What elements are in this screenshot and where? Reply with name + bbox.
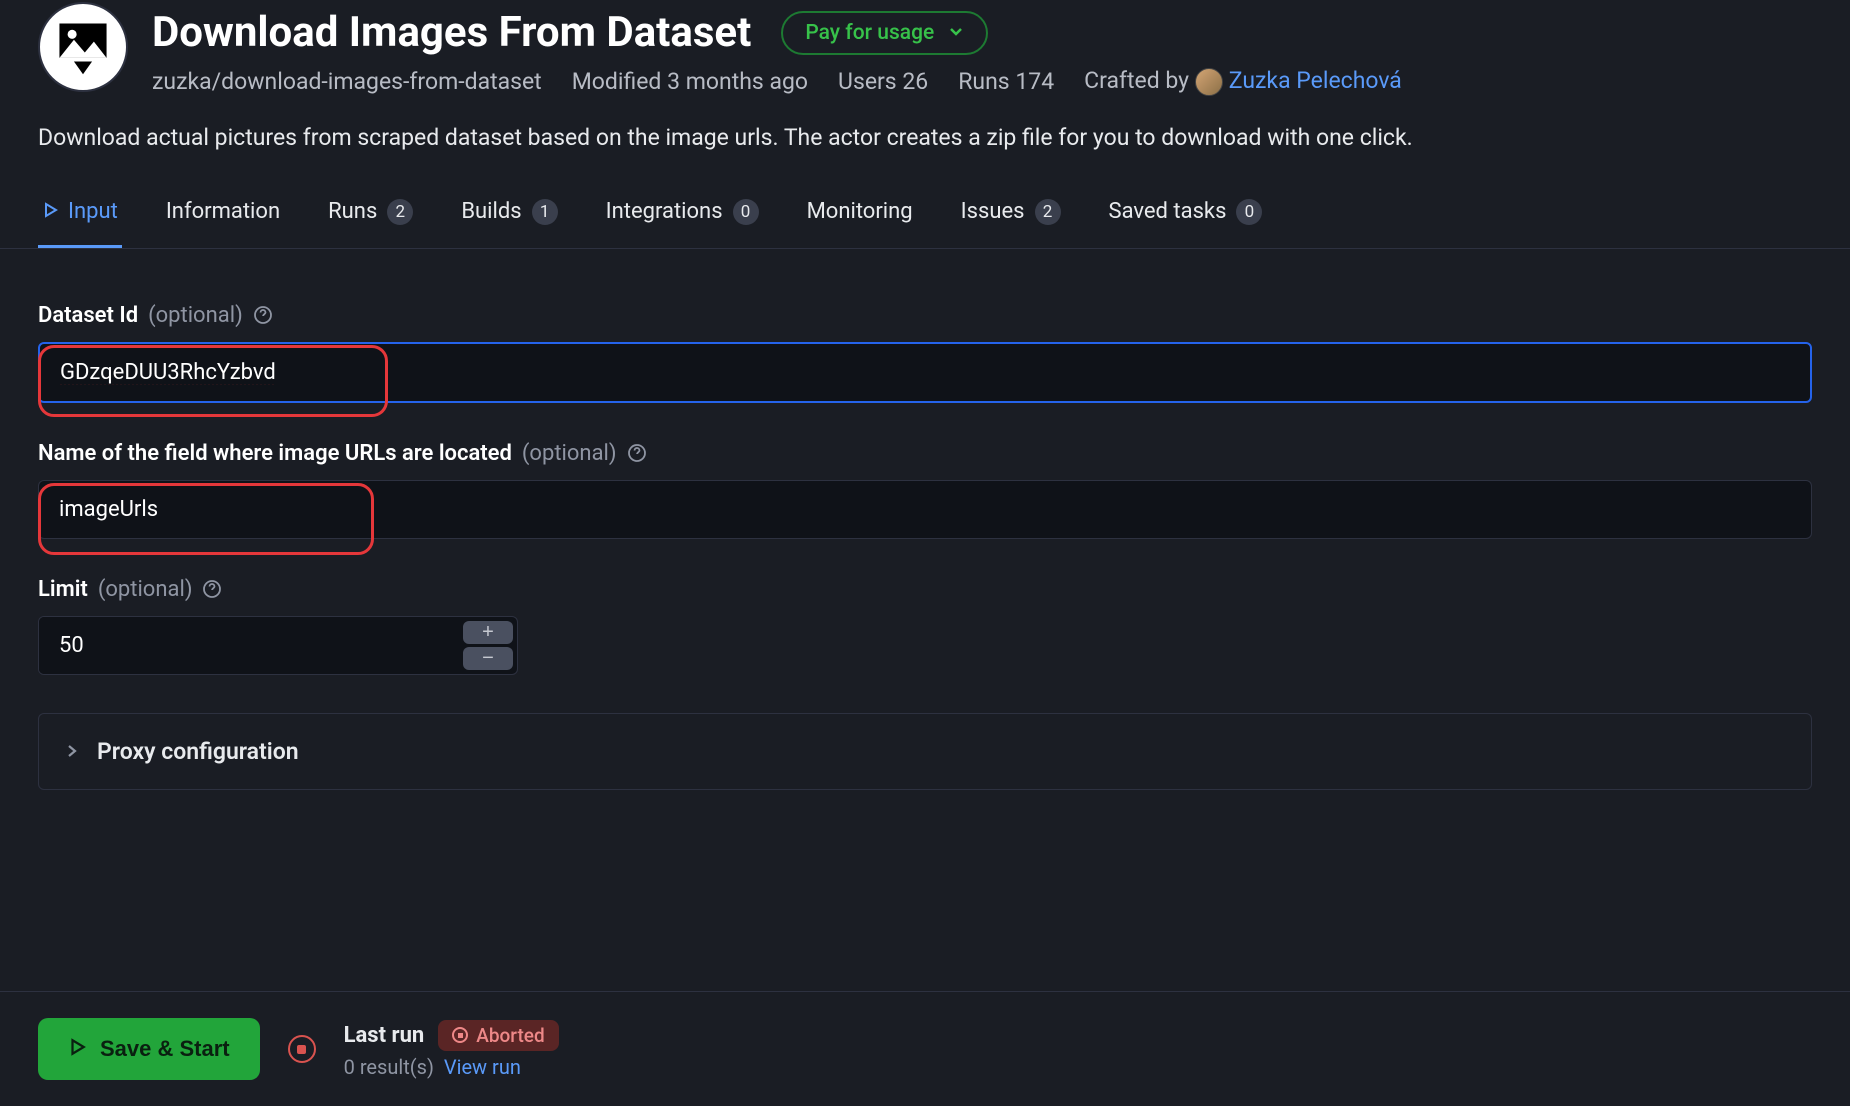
view-run-link[interactable]: View run xyxy=(444,1055,521,1079)
users-label: Users 26 xyxy=(838,68,928,95)
actor-logo xyxy=(38,2,128,92)
dataset-id-input[interactable] xyxy=(38,342,1812,403)
stop-icon xyxy=(452,1027,468,1043)
actor-slug[interactable]: zuzka/download-images-from-dataset xyxy=(152,68,542,95)
tab-saved-tasks[interactable]: Saved tasks0 xyxy=(1105,187,1267,248)
crafted-by: Crafted by Zuzka Pelechová xyxy=(1084,67,1402,96)
increment-button[interactable]: + xyxy=(463,621,513,644)
tab-input[interactable]: Input xyxy=(38,187,122,248)
play-icon xyxy=(42,199,58,224)
author-link[interactable]: Zuzka Pelechová xyxy=(1229,67,1402,94)
proxy-configuration-toggle[interactable]: Proxy configuration xyxy=(38,713,1812,790)
tab-builds[interactable]: Builds1 xyxy=(457,187,561,248)
optional-label: (optional) xyxy=(522,441,617,466)
results-count: 0 result(s) xyxy=(344,1055,434,1079)
play-icon xyxy=(68,1036,86,1062)
limit-input[interactable] xyxy=(39,617,459,674)
pay-for-usage-badge[interactable]: Pay for usage xyxy=(781,11,988,55)
author-avatar[interactable] xyxy=(1195,68,1223,96)
decrement-button[interactable]: − xyxy=(463,647,513,670)
builds-count: 1 xyxy=(532,199,558,225)
tab-monitoring[interactable]: Monitoring xyxy=(803,187,917,248)
pay-badge-label: Pay for usage xyxy=(805,21,934,45)
chevron-right-icon xyxy=(65,744,79,758)
integrations-count: 0 xyxy=(733,199,759,225)
optional-label: (optional) xyxy=(98,577,193,602)
issues-count: 2 xyxy=(1035,199,1061,225)
help-icon[interactable] xyxy=(202,579,222,599)
tab-integrations[interactable]: Integrations0 xyxy=(602,187,763,248)
dataset-id-label: Dataset Id xyxy=(38,303,138,328)
tabs: Input Information Runs2 Builds1 Integrat… xyxy=(0,187,1850,249)
last-run-label: Last run xyxy=(344,1023,425,1048)
save-start-button[interactable]: Save & Start xyxy=(38,1018,260,1080)
runs-count: 2 xyxy=(387,199,413,225)
image-field-label: Name of the field where image URLs are l… xyxy=(38,441,512,466)
chevron-down-icon xyxy=(948,21,964,45)
tab-issues[interactable]: Issues2 xyxy=(957,187,1065,248)
saved-tasks-count: 0 xyxy=(1236,199,1262,225)
abort-icon[interactable] xyxy=(288,1035,316,1063)
limit-label: Limit xyxy=(38,577,88,602)
modified-label: Modified 3 months ago xyxy=(572,68,808,95)
help-icon[interactable] xyxy=(253,305,273,325)
help-icon[interactable] xyxy=(627,443,647,463)
image-field-input[interactable] xyxy=(38,480,1812,539)
page-title: Download Images From Dataset xyxy=(152,8,751,57)
actor-description: Download actual pictures from scraped da… xyxy=(0,96,1850,151)
tab-runs[interactable]: Runs2 xyxy=(324,187,417,248)
tab-information[interactable]: Information xyxy=(162,187,284,248)
proxy-label: Proxy configuration xyxy=(97,738,299,765)
runs-label: Runs 174 xyxy=(958,68,1054,95)
optional-label: (optional) xyxy=(148,303,243,328)
aborted-badge: Aborted xyxy=(438,1020,558,1051)
